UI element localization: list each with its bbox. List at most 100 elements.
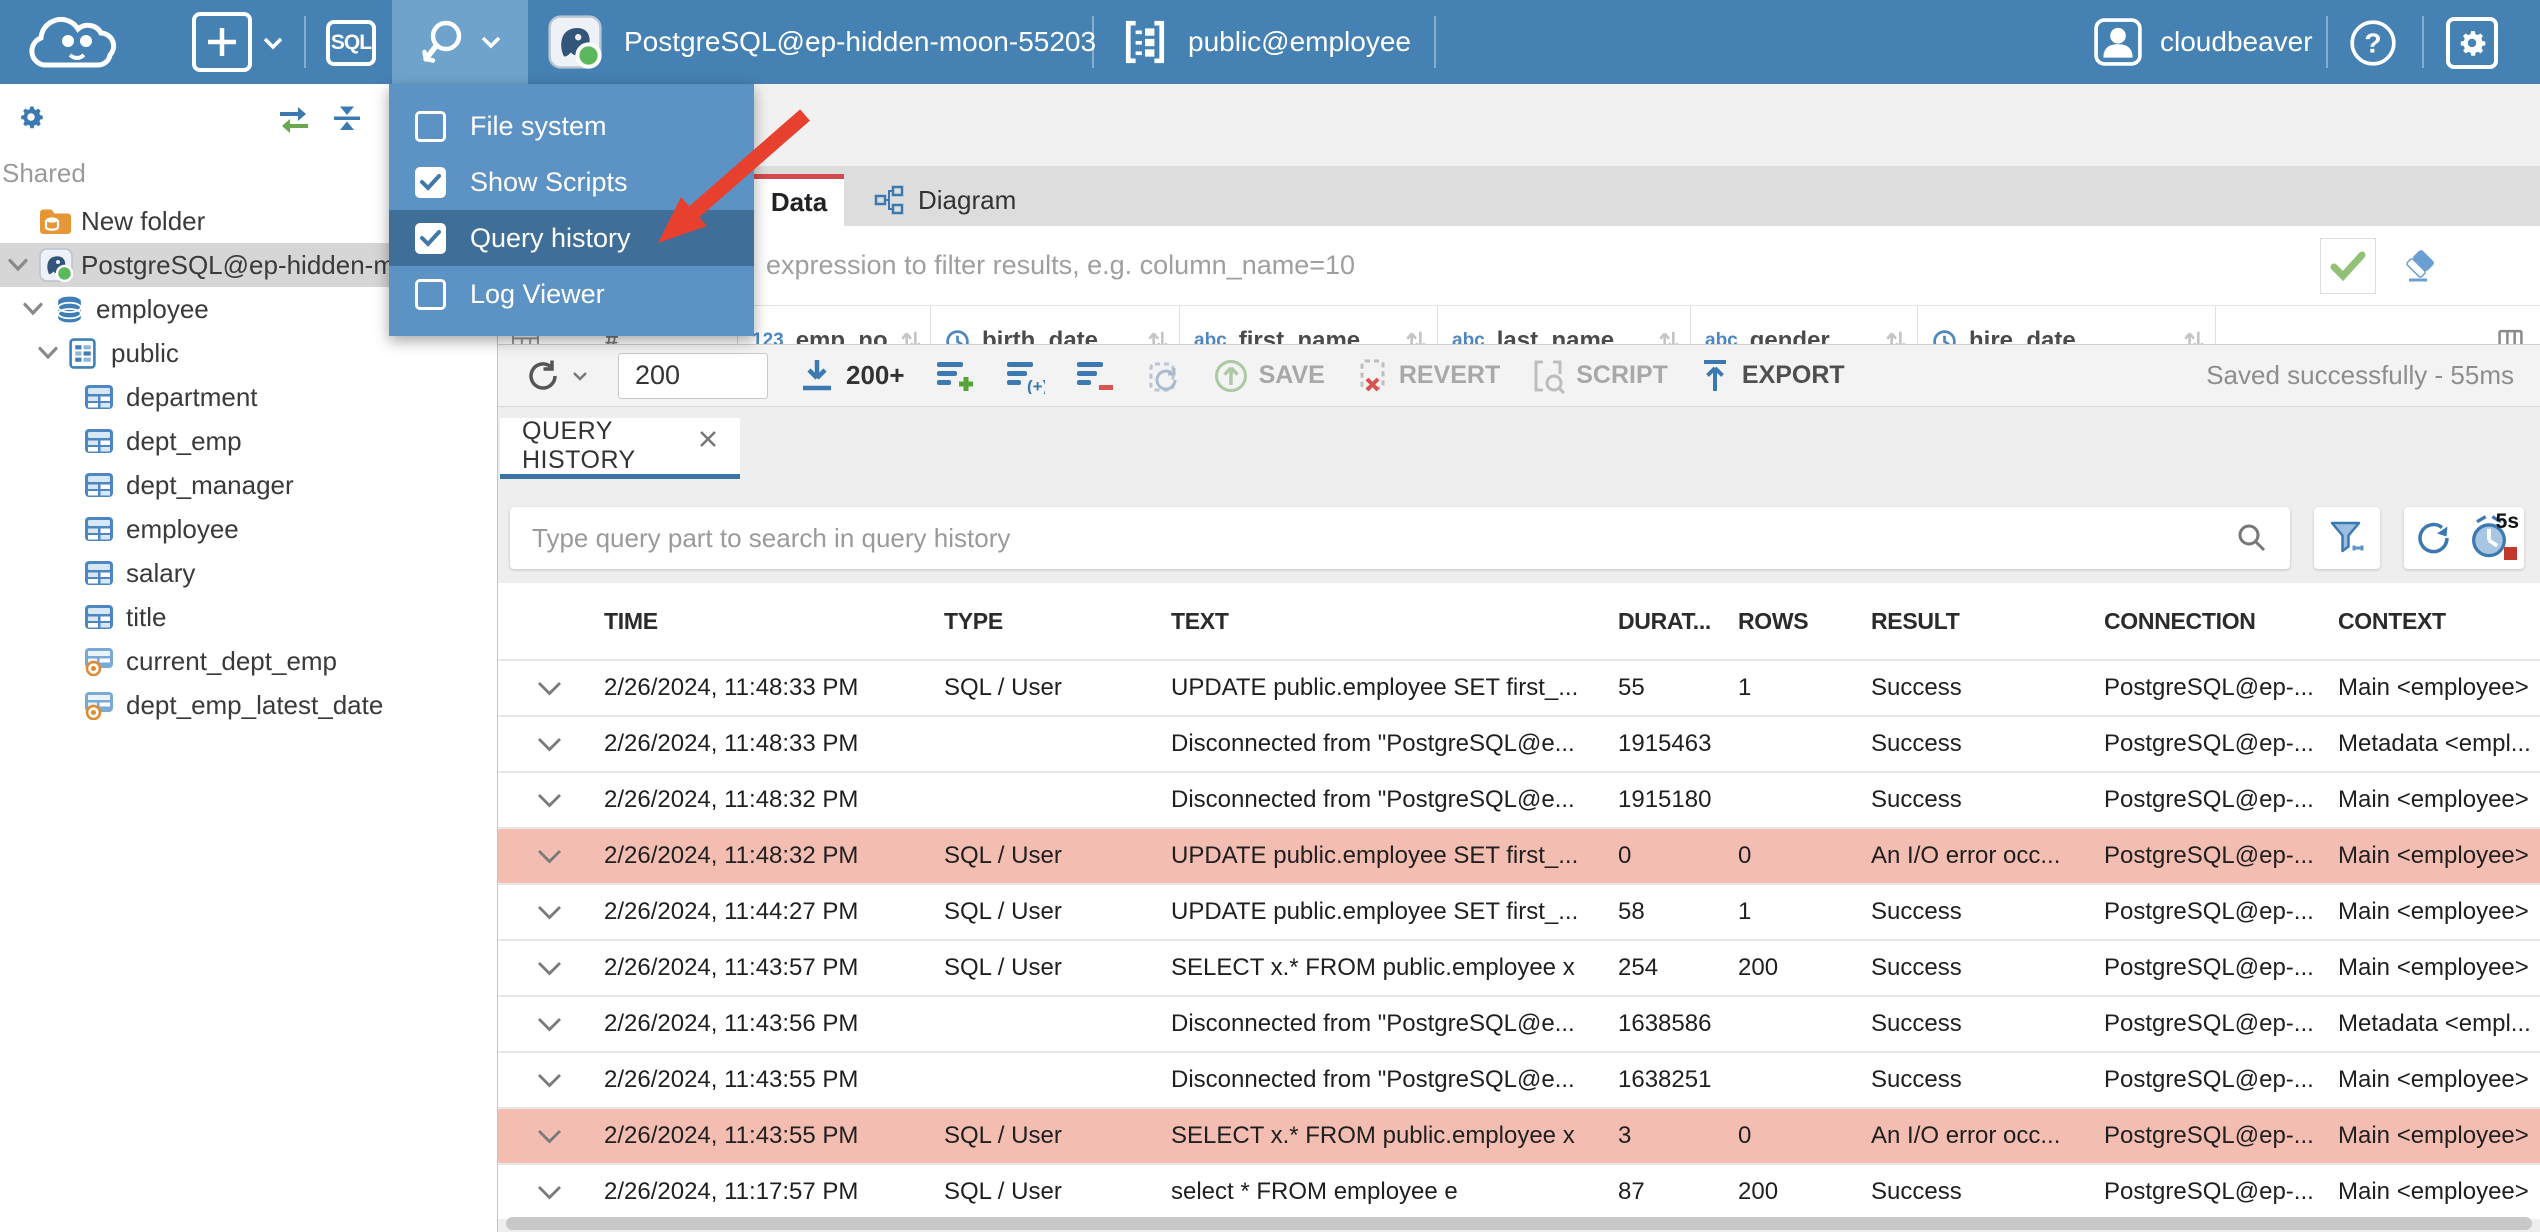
qh-column-header-durat[interactable]: DURAT... [1618, 583, 1738, 659]
query-history-filter-button[interactable] [2314, 507, 2380, 569]
expand-chevron-icon[interactable] [498, 1165, 604, 1219]
delete-row-button[interactable] [1075, 358, 1115, 394]
sort-icon[interactable] [1147, 328, 1169, 344]
menu-item-show-scripts[interactable]: Show Scripts [389, 154, 754, 210]
horizontal-scrollbar[interactable] [506, 1217, 2532, 1230]
query-history-row[interactable]: 2/26/2024, 11:43:55 PM Disconnected from … [498, 1051, 2540, 1107]
query-history-row[interactable]: 2/26/2024, 11:48:32 PM SQL / User UPDATE p… [498, 827, 2540, 883]
tree-item-dept-emp[interactable]: dept_emp [0, 419, 497, 463]
checkbox-checked-icon[interactable] [415, 166, 446, 198]
tab-data[interactable]: Data [754, 174, 844, 226]
expand-chevron-icon[interactable] [498, 1109, 604, 1163]
grid-column-header-last_name[interactable]: abc last_name [1438, 306, 1691, 344]
chevron-down-icon[interactable] [262, 36, 284, 55]
apply-filter-button[interactable] [2320, 237, 2376, 294]
grid-columns-chooser[interactable] [2216, 306, 2540, 344]
menu-item-file-system[interactable]: File system [389, 98, 754, 154]
sidebar-settings-gear-icon[interactable] [16, 102, 46, 137]
add-row-button[interactable] [935, 358, 975, 394]
checkbox-unchecked-icon[interactable] [415, 278, 446, 310]
clear-filter-button[interactable] [2402, 249, 2440, 283]
expand-chevron-icon[interactable] [498, 661, 604, 715]
query-history-row[interactable]: 2/26/2024, 11:48:33 PM Disconnected from … [498, 715, 2540, 771]
menu-item-log-viewer[interactable]: Log Viewer [389, 266, 754, 322]
tree-item-current-dept-emp[interactable]: current_dept_emp [0, 639, 497, 683]
settings-button[interactable] [2446, 17, 2498, 69]
qh-column-header-rows[interactable]: ROWS [1738, 583, 1871, 659]
sort-icon[interactable] [2183, 328, 2205, 344]
fetch-more-button[interactable]: 200+ [798, 358, 905, 394]
auto-refresh-timer-button[interactable]: 5s [2467, 510, 2519, 562]
qh-column-header-time[interactable]: TIME [604, 583, 944, 659]
new-connection-button[interactable] [192, 12, 252, 72]
sort-icon[interactable] [1405, 328, 1427, 344]
tree-expander-icon[interactable] [37, 346, 69, 360]
query-history-row[interactable]: 2/26/2024, 11:17:57 PM SQL / User select *… [498, 1163, 2540, 1219]
sql-editor-button[interactable]: SQL [326, 20, 376, 66]
expand-chevron-icon[interactable] [498, 941, 604, 995]
refresh-button[interactable] [524, 357, 588, 395]
sort-icon[interactable] [1885, 328, 1907, 344]
qh-column-header-context[interactable]: CONTEXT [2338, 583, 2540, 659]
expand-chevron-icon[interactable] [498, 773, 604, 827]
query-history-row[interactable]: 2/26/2024, 11:43:55 PM SQL / User SELECT x… [498, 1107, 2540, 1163]
tree-item-employee[interactable]: employee [0, 507, 497, 551]
row-limit-input[interactable] [618, 352, 768, 399]
sort-icon[interactable] [900, 328, 922, 344]
sort-icon[interactable] [1658, 328, 1680, 344]
expand-chevron-icon[interactable] [498, 1053, 604, 1107]
expand-chevron-icon[interactable] [498, 717, 604, 771]
tab-diagram[interactable]: Diagram [844, 174, 1046, 226]
swap-arrows-icon[interactable] [276, 106, 312, 139]
tree-item-department[interactable]: department [0, 375, 497, 419]
cloudbeaver-logo-icon[interactable] [22, 7, 134, 82]
close-icon[interactable] [698, 429, 718, 449]
expand-chevron-icon[interactable] [498, 997, 604, 1051]
schema-selector[interactable]: public@employee [1122, 0, 1411, 84]
query-history-row[interactable]: 2/26/2024, 11:43:57 PM SQL / User SELECT x… [498, 939, 2540, 995]
tab-query-history[interactable]: QUERY HISTORY [500, 417, 740, 479]
script-button[interactable]: SCRIPT [1530, 358, 1668, 394]
tree-item-salary[interactable]: salary [0, 551, 497, 595]
data-filter-input[interactable] [498, 226, 2320, 305]
query-history-row[interactable]: 2/26/2024, 11:43:56 PM Disconnected from … [498, 995, 2540, 1051]
grid-column-header-gender[interactable]: abc gender [1691, 306, 1918, 344]
query-history-row[interactable]: 2/26/2024, 11:48:32 PM Disconnected from … [498, 771, 2540, 827]
save-button[interactable]: SAVE [1213, 358, 1325, 394]
qh-column-header-type[interactable]: TYPE [944, 583, 1171, 659]
grid-column-header-first_name[interactable]: abc first_name [1180, 306, 1438, 344]
tree-item-dept-emp-latest-date[interactable]: dept_emp_latest_date [0, 683, 497, 727]
menu-item-label: Show Scripts [470, 166, 628, 197]
checkbox-checked-icon[interactable] [415, 222, 446, 254]
checkbox-unchecked-icon[interactable] [415, 110, 446, 142]
tree-item-public[interactable]: public [0, 331, 497, 375]
grid-column-header-birth_date[interactable]: birth_date [931, 306, 1180, 344]
grid-column-header-hire_date[interactable]: hire_date [1918, 306, 2216, 344]
refresh-icon[interactable] [2413, 517, 2455, 559]
tree-item-dept-manager[interactable]: dept_manager [0, 463, 497, 507]
revert-button[interactable]: REVERT [1355, 358, 1500, 394]
tree-item-title[interactable]: title [0, 595, 497, 639]
export-button[interactable]: EXPORT [1698, 358, 1845, 394]
user-menu[interactable]: cloudbeaver [2094, 0, 2313, 84]
menu-item-query-history[interactable]: Query history [389, 210, 754, 266]
cell-time: 2/26/2024, 11:48:33 PM [604, 674, 859, 701]
expand-chevron-icon[interactable] [498, 829, 604, 883]
query-history-search-input[interactable] [532, 522, 2236, 554]
grid-column-header-emp_no[interactable]: 123 emp_no [738, 306, 931, 344]
tools-menu-button[interactable] [392, 0, 528, 84]
query-history-row[interactable]: 2/26/2024, 11:48:33 PM SQL / User UPDATE p… [498, 659, 2540, 715]
revert-icon [1360, 359, 1385, 391]
qh-column-header-text[interactable]: TEXT [1171, 583, 1618, 659]
auto-refresh-button[interactable] [1145, 358, 1183, 394]
tree-expander-icon[interactable] [22, 302, 54, 316]
connection-selector[interactable]: PostgreSQL@ep-hidden-moon-55203 [548, 0, 1096, 84]
qh-column-header-result[interactable]: RESULT [1871, 583, 2104, 659]
expand-chevron-icon[interactable] [498, 885, 604, 939]
query-history-row[interactable]: 2/26/2024, 11:44:27 PM SQL / User UPDATE p… [498, 883, 2540, 939]
help-button[interactable]: ? [2348, 18, 2398, 73]
tree-expander-icon[interactable] [7, 258, 39, 272]
collapse-all-icon[interactable] [332, 104, 362, 137]
duplicate-row-button[interactable]: (+) [1005, 358, 1045, 394]
qh-column-header-connection[interactable]: CONNECTION [2104, 583, 2338, 659]
